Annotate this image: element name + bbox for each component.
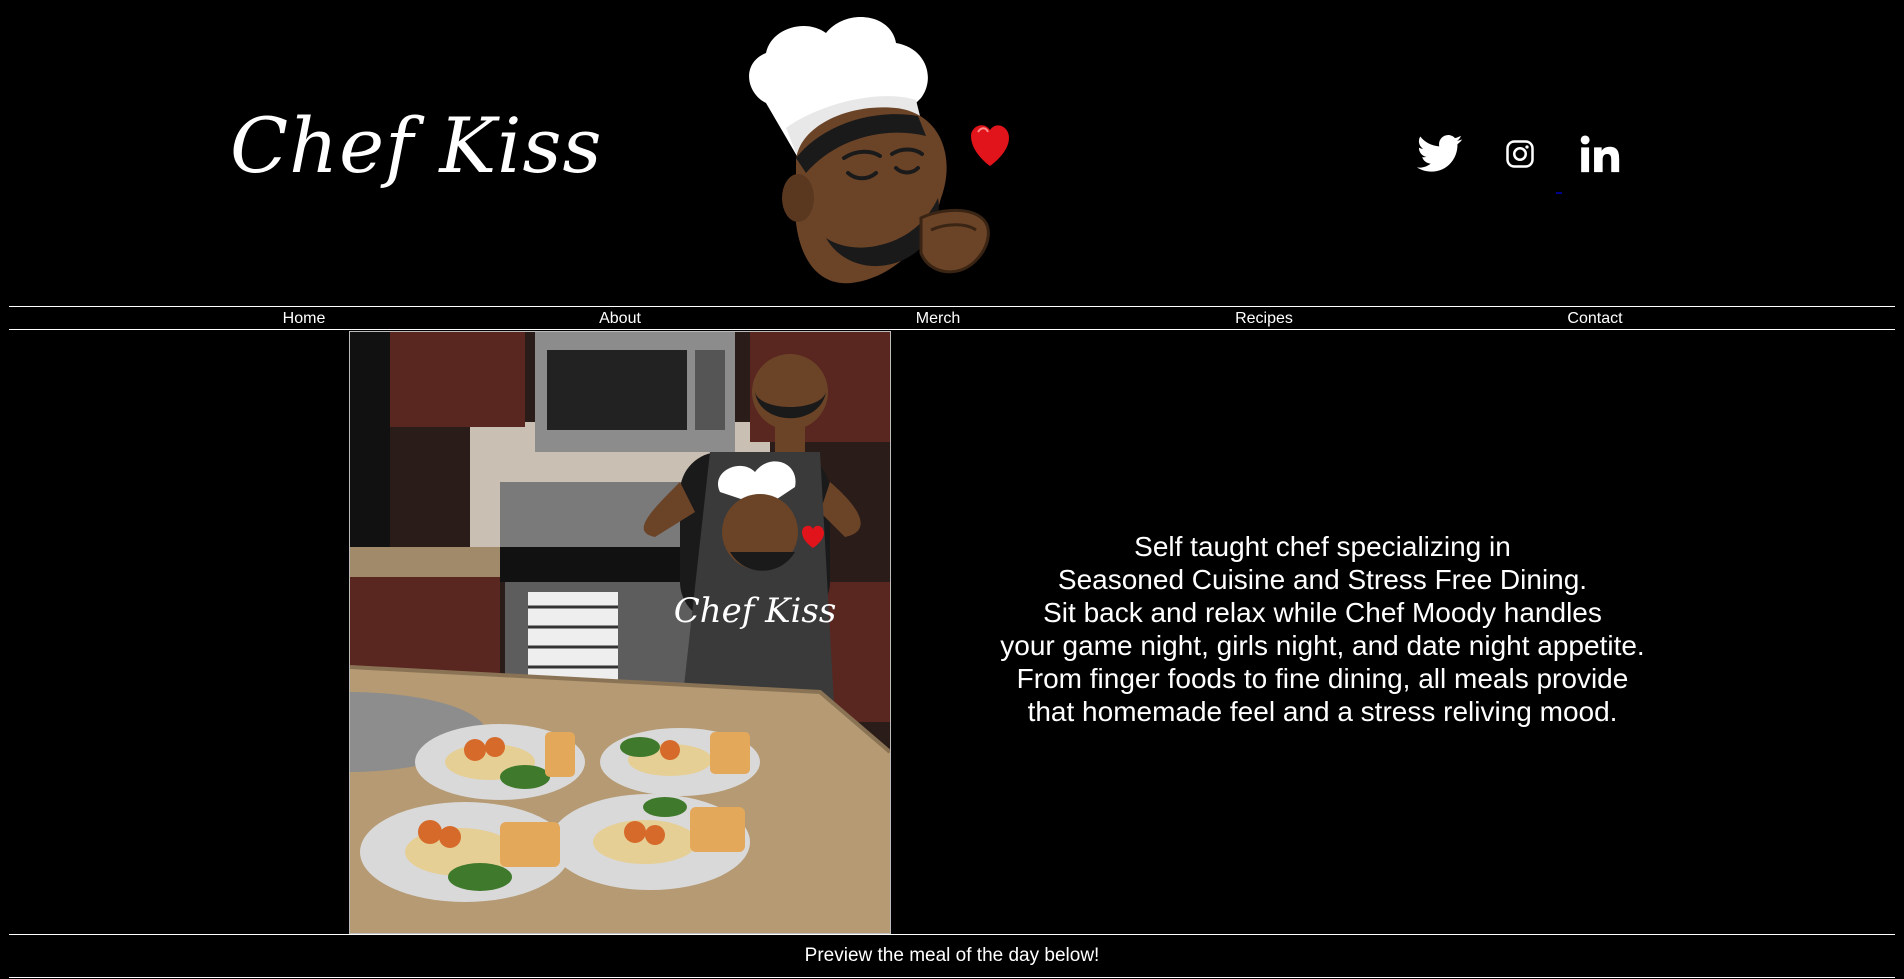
nav-about[interactable]: About: [599, 310, 641, 328]
instagram-link[interactable]: [1496, 130, 1544, 178]
meal-preview-banner: Preview the meal of the day below!: [9, 934, 1895, 978]
decorative-mark: [1556, 192, 1562, 194]
twitter-link[interactable]: [1416, 130, 1464, 178]
nav-home[interactable]: Home: [283, 310, 326, 328]
intro-line: that homemade feel and a stress reliving…: [1027, 696, 1618, 727]
page: Chef Kiss Home About Merch Recipes Conta…: [0, 0, 1904, 979]
intro-line: Seasoned Cuisine and Stress Free Dining.: [1057, 564, 1588, 595]
meal-preview-text: Preview the meal of the day below!: [804, 945, 1100, 966]
main-nav: Home About Merch Recipes Contact: [9, 306, 1895, 330]
intro-line: Self taught chef specializing in: [1134, 531, 1511, 562]
instagram-icon: [1506, 140, 1534, 168]
intro-text: Self taught chef specializing in Seasone…: [965, 530, 1680, 728]
twitter-icon: [1417, 135, 1463, 172]
chef-mascot-icon: [749, 16, 1009, 284]
chef-kiss-mascot-logo[interactable]: [726, 8, 1046, 293]
linkedin-link[interactable]: [1576, 130, 1624, 178]
intro-line: Sit back and relax while Chef Moody hand…: [1043, 597, 1602, 628]
apron-brand-text: Chef Kiss: [674, 591, 837, 631]
nav-merch[interactable]: Merch: [916, 310, 960, 328]
nav-recipes[interactable]: Recipes: [1235, 310, 1293, 328]
intro-line: your game night, girls night, and date n…: [1000, 630, 1645, 661]
nav-contact[interactable]: Contact: [1567, 310, 1622, 328]
social-links: [1416, 130, 1624, 178]
brand-logo-text[interactable]: Chef Kiss: [230, 108, 602, 184]
linkedin-icon: [1580, 135, 1620, 173]
chef-photo: Chef Kiss: [349, 331, 891, 934]
intro-line: From finger foods to fine dining, all me…: [1016, 663, 1629, 694]
